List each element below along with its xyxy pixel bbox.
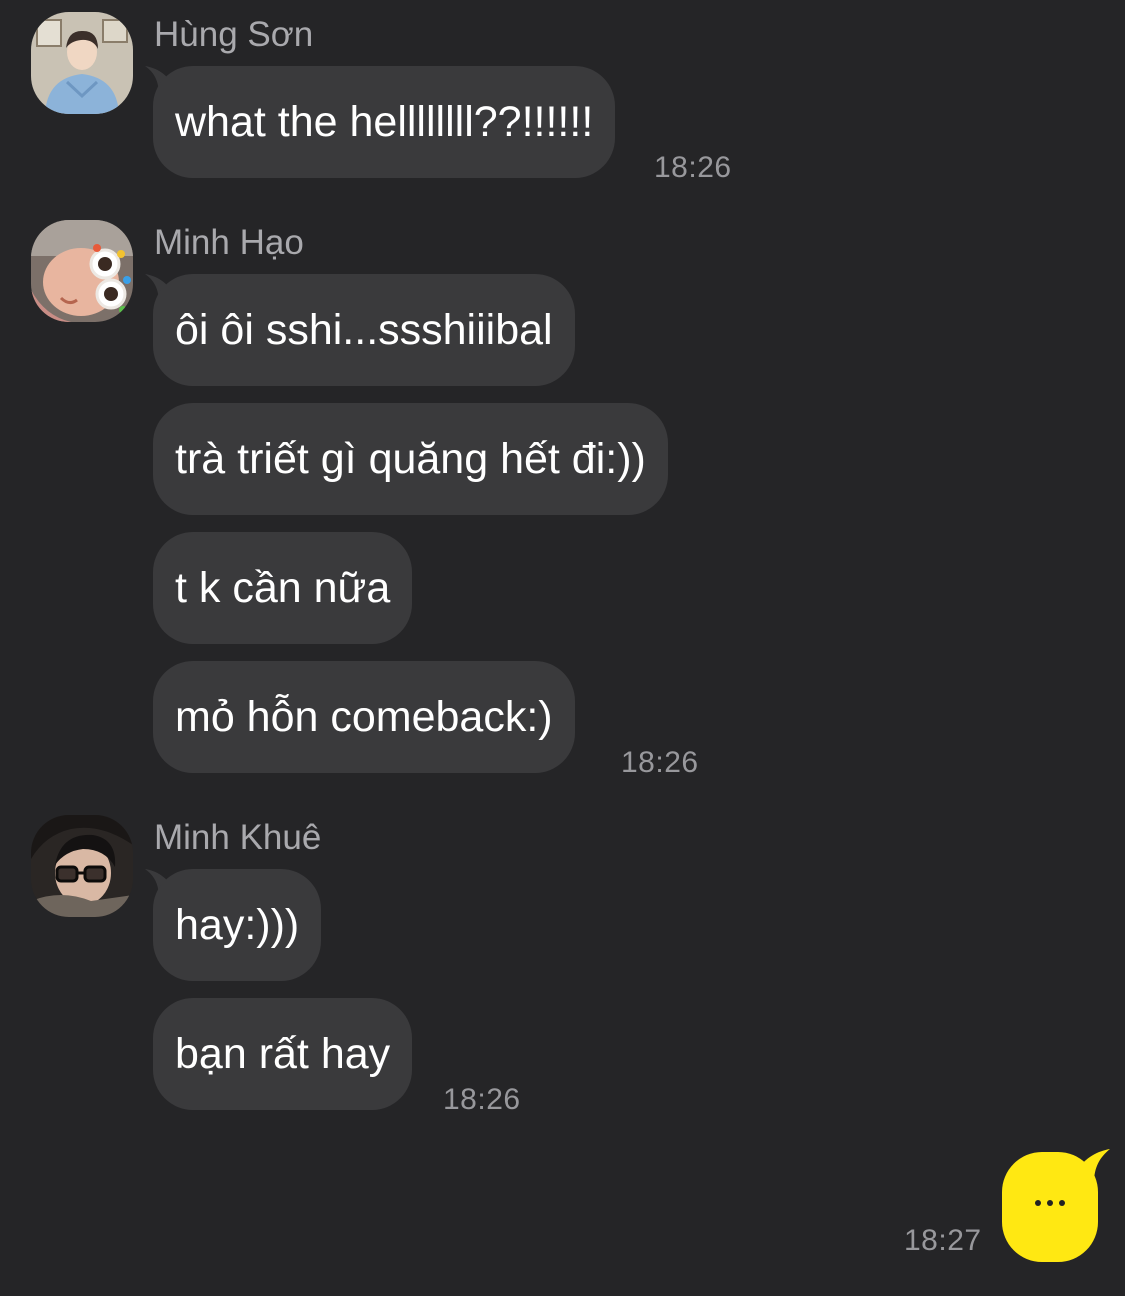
message-bubble[interactable]: trà triết gì quăng hết đi:)): [153, 403, 668, 515]
typing-dots-icon: [1002, 1200, 1098, 1206]
sender-name: Hùng Sơn: [154, 15, 314, 54]
message-bubble[interactable]: bạn rất hay: [153, 998, 413, 1110]
typing-indicator-bubble[interactable]: [1002, 1152, 1098, 1262]
message-bubble[interactable]: mỏ hỗn comeback:): [153, 661, 575, 773]
message-bubble[interactable]: hay:))): [153, 869, 322, 981]
message-bubble[interactable]: t k cần nữa: [153, 532, 413, 644]
sender-name: Minh Hạo: [154, 223, 304, 262]
message-time: 18:27: [904, 1224, 982, 1257]
message-time: 18:26: [443, 1083, 521, 1116]
message-time: 18:26: [654, 151, 732, 184]
message-bubble[interactable]: ôi ôi sshi...ssshiiibal: [153, 274, 575, 386]
message-bubble[interactable]: what the hellllllll??!!!!!!: [153, 66, 616, 178]
message-time: 18:26: [621, 746, 699, 779]
avatar-hung-son[interactable]: [31, 12, 133, 114]
avatar-minh-khue[interactable]: [31, 815, 133, 917]
avatar-minh-hao[interactable]: [31, 220, 133, 322]
chat-thread: Hùng Sơn what the hellllllll??!!!!!! 18:…: [0, 0, 1125, 1296]
sender-name: Minh Khuê: [154, 818, 322, 857]
